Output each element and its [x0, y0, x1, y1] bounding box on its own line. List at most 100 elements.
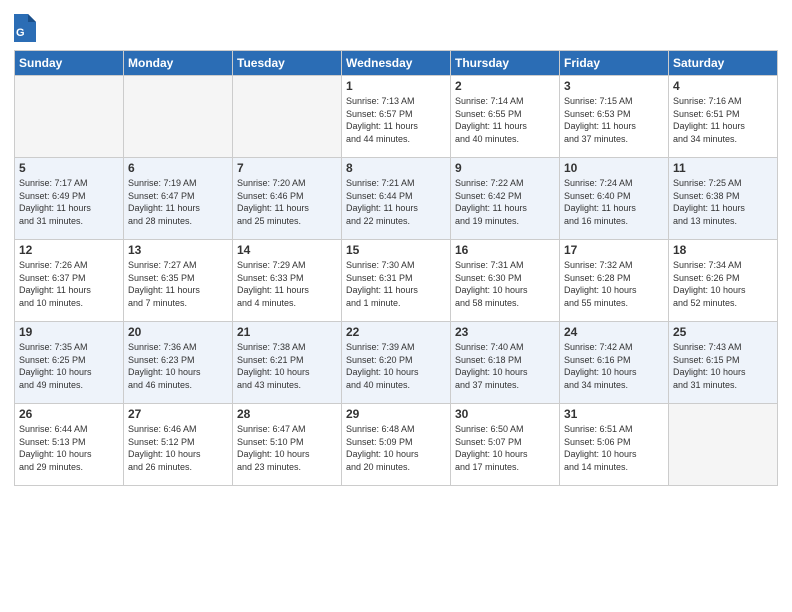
day-info: Sunrise: 6:46 AM Sunset: 5:12 PM Dayligh… — [128, 423, 228, 473]
day-info: Sunrise: 7:42 AM Sunset: 6:16 PM Dayligh… — [564, 341, 664, 391]
day-number: 4 — [673, 79, 773, 93]
header: G — [14, 10, 778, 42]
calendar-cell: 9 Sunrise: 7:22 AM Sunset: 6:42 PM Daylig… — [451, 158, 560, 240]
day-number: 21 — [237, 325, 337, 339]
calendar-table: SundayMondayTuesdayWednesdayThursdayFrid… — [14, 50, 778, 486]
calendar-cell: 26 Sunrise: 6:44 AM Sunset: 5:13 PM Dayli… — [15, 404, 124, 486]
page-container: G SundayMondayTuesdayWednesdayThursdayFr… — [0, 0, 792, 612]
day-info: Sunrise: 7:39 AM Sunset: 6:20 PM Dayligh… — [346, 341, 446, 391]
day-number: 25 — [673, 325, 773, 339]
weekday-header-friday: Friday — [560, 51, 669, 76]
calendar-week-row: 12 Sunrise: 7:26 AM Sunset: 6:37 PM Dayli… — [15, 240, 778, 322]
day-number: 13 — [128, 243, 228, 257]
calendar-cell: 12 Sunrise: 7:26 AM Sunset: 6:37 PM Dayli… — [15, 240, 124, 322]
day-info: Sunrise: 7:19 AM Sunset: 6:47 PM Dayligh… — [128, 177, 228, 227]
day-number: 20 — [128, 325, 228, 339]
day-info: Sunrise: 7:31 AM Sunset: 6:30 PM Dayligh… — [455, 259, 555, 309]
day-info: Sunrise: 7:20 AM Sunset: 6:46 PM Dayligh… — [237, 177, 337, 227]
day-info: Sunrise: 6:47 AM Sunset: 5:10 PM Dayligh… — [237, 423, 337, 473]
day-number: 1 — [346, 79, 446, 93]
day-number: 18 — [673, 243, 773, 257]
calendar-cell: 15 Sunrise: 7:30 AM Sunset: 6:31 PM Dayli… — [342, 240, 451, 322]
day-number: 2 — [455, 79, 555, 93]
day-number: 11 — [673, 161, 773, 175]
day-info: Sunrise: 7:15 AM Sunset: 6:53 PM Dayligh… — [564, 95, 664, 145]
day-number: 9 — [455, 161, 555, 175]
day-number: 22 — [346, 325, 446, 339]
calendar-week-row: 5Sunrise: 7:17 AM Sunset: 6:49 PM Daylig… — [15, 158, 778, 240]
day-info: Sunrise: 7:36 AM Sunset: 6:23 PM Dayligh… — [128, 341, 228, 391]
calendar-cell: 5Sunrise: 7:17 AM Sunset: 6:49 PM Daylig… — [15, 158, 124, 240]
weekday-header-wednesday: Wednesday — [342, 51, 451, 76]
calendar-cell: 14 Sunrise: 7:29 AM Sunset: 6:33 PM Dayli… — [233, 240, 342, 322]
calendar-cell: 4 Sunrise: 7:16 AM Sunset: 6:51 PM Daylig… — [669, 76, 778, 158]
calendar-cell: 31 Sunrise: 6:51 AM Sunset: 5:06 PM Dayli… — [560, 404, 669, 486]
calendar-cell: 22 Sunrise: 7:39 AM Sunset: 6:20 PM Dayli… — [342, 322, 451, 404]
day-info: Sunrise: 7:16 AM Sunset: 6:51 PM Dayligh… — [673, 95, 773, 145]
svg-text:G: G — [16, 27, 25, 39]
calendar-cell: 7 Sunrise: 7:20 AM Sunset: 6:46 PM Daylig… — [233, 158, 342, 240]
day-info: Sunrise: 7:40 AM Sunset: 6:18 PM Dayligh… — [455, 341, 555, 391]
calendar-cell: 13 Sunrise: 7:27 AM Sunset: 6:35 PM Dayli… — [124, 240, 233, 322]
calendar-cell: 1Sunrise: 7:13 AM Sunset: 6:57 PM Daylig… — [342, 76, 451, 158]
day-info: Sunrise: 7:27 AM Sunset: 6:35 PM Dayligh… — [128, 259, 228, 309]
calendar-cell: 29Sunrise: 6:48 AM Sunset: 5:09 PM Dayli… — [342, 404, 451, 486]
day-number: 12 — [19, 243, 119, 257]
day-info: Sunrise: 7:22 AM Sunset: 6:42 PM Dayligh… — [455, 177, 555, 227]
day-number: 6 — [128, 161, 228, 175]
calendar-cell: 21 Sunrise: 7:38 AM Sunset: 6:21 PM Dayli… — [233, 322, 342, 404]
calendar-cell: 30 Sunrise: 6:50 AM Sunset: 5:07 PM Dayli… — [451, 404, 560, 486]
calendar-week-row: 26 Sunrise: 6:44 AM Sunset: 5:13 PM Dayli… — [15, 404, 778, 486]
day-number: 3 — [564, 79, 664, 93]
day-info: Sunrise: 6:51 AM Sunset: 5:06 PM Dayligh… — [564, 423, 664, 473]
calendar-cell: 6 Sunrise: 7:19 AM Sunset: 6:47 PM Daylig… — [124, 158, 233, 240]
logo-icon: G — [14, 14, 36, 42]
day-info: Sunrise: 7:17 AM Sunset: 6:49 PM Dayligh… — [19, 177, 119, 227]
day-number: 30 — [455, 407, 555, 421]
day-number: 14 — [237, 243, 337, 257]
calendar-cell: 17 Sunrise: 7:32 AM Sunset: 6:28 PM Dayli… — [560, 240, 669, 322]
calendar-cell — [15, 76, 124, 158]
day-info: Sunrise: 7:26 AM Sunset: 6:37 PM Dayligh… — [19, 259, 119, 309]
day-info: Sunrise: 6:48 AM Sunset: 5:09 PM Dayligh… — [346, 423, 446, 473]
calendar-week-row: 19Sunrise: 7:35 AM Sunset: 6:25 PM Dayli… — [15, 322, 778, 404]
day-info: Sunrise: 6:50 AM Sunset: 5:07 PM Dayligh… — [455, 423, 555, 473]
calendar-cell — [233, 76, 342, 158]
day-info: Sunrise: 7:34 AM Sunset: 6:26 PM Dayligh… — [673, 259, 773, 309]
calendar-cell — [669, 404, 778, 486]
calendar-cell — [124, 76, 233, 158]
calendar-cell: 16 Sunrise: 7:31 AM Sunset: 6:30 PM Dayli… — [451, 240, 560, 322]
day-info: Sunrise: 7:38 AM Sunset: 6:21 PM Dayligh… — [237, 341, 337, 391]
day-info: Sunrise: 7:32 AM Sunset: 6:28 PM Dayligh… — [564, 259, 664, 309]
day-number: 10 — [564, 161, 664, 175]
weekday-header-monday: Monday — [124, 51, 233, 76]
day-info: Sunrise: 7:43 AM Sunset: 6:15 PM Dayligh… — [673, 341, 773, 391]
day-number: 24 — [564, 325, 664, 339]
day-number: 7 — [237, 161, 337, 175]
day-number: 26 — [19, 407, 119, 421]
weekday-header-sunday: Sunday — [15, 51, 124, 76]
day-info: Sunrise: 7:29 AM Sunset: 6:33 PM Dayligh… — [237, 259, 337, 309]
day-info: Sunrise: 7:30 AM Sunset: 6:31 PM Dayligh… — [346, 259, 446, 309]
logo: G — [14, 14, 36, 42]
calendar-cell: 27 Sunrise: 6:46 AM Sunset: 5:12 PM Dayli… — [124, 404, 233, 486]
calendar-cell: 11Sunrise: 7:25 AM Sunset: 6:38 PM Dayli… — [669, 158, 778, 240]
calendar-cell: 28Sunrise: 6:47 AM Sunset: 5:10 PM Dayli… — [233, 404, 342, 486]
weekday-header-tuesday: Tuesday — [233, 51, 342, 76]
day-number: 17 — [564, 243, 664, 257]
day-info: Sunrise: 7:14 AM Sunset: 6:55 PM Dayligh… — [455, 95, 555, 145]
calendar-cell: 8Sunrise: 7:21 AM Sunset: 6:44 PM Daylig… — [342, 158, 451, 240]
weekday-header-thursday: Thursday — [451, 51, 560, 76]
day-number: 23 — [455, 325, 555, 339]
day-number: 16 — [455, 243, 555, 257]
calendar-cell: 3 Sunrise: 7:15 AM Sunset: 6:53 PM Daylig… — [560, 76, 669, 158]
day-info: Sunrise: 7:24 AM Sunset: 6:40 PM Dayligh… — [564, 177, 664, 227]
day-number: 31 — [564, 407, 664, 421]
day-number: 15 — [346, 243, 446, 257]
day-info: Sunrise: 7:21 AM Sunset: 6:44 PM Dayligh… — [346, 177, 446, 227]
day-info: Sunrise: 6:44 AM Sunset: 5:13 PM Dayligh… — [19, 423, 119, 473]
calendar-cell: 20 Sunrise: 7:36 AM Sunset: 6:23 PM Dayli… — [124, 322, 233, 404]
calendar-cell: 25 Sunrise: 7:43 AM Sunset: 6:15 PM Dayli… — [669, 322, 778, 404]
day-info: Sunrise: 7:35 AM Sunset: 6:25 PM Dayligh… — [19, 341, 119, 391]
day-number: 27 — [128, 407, 228, 421]
